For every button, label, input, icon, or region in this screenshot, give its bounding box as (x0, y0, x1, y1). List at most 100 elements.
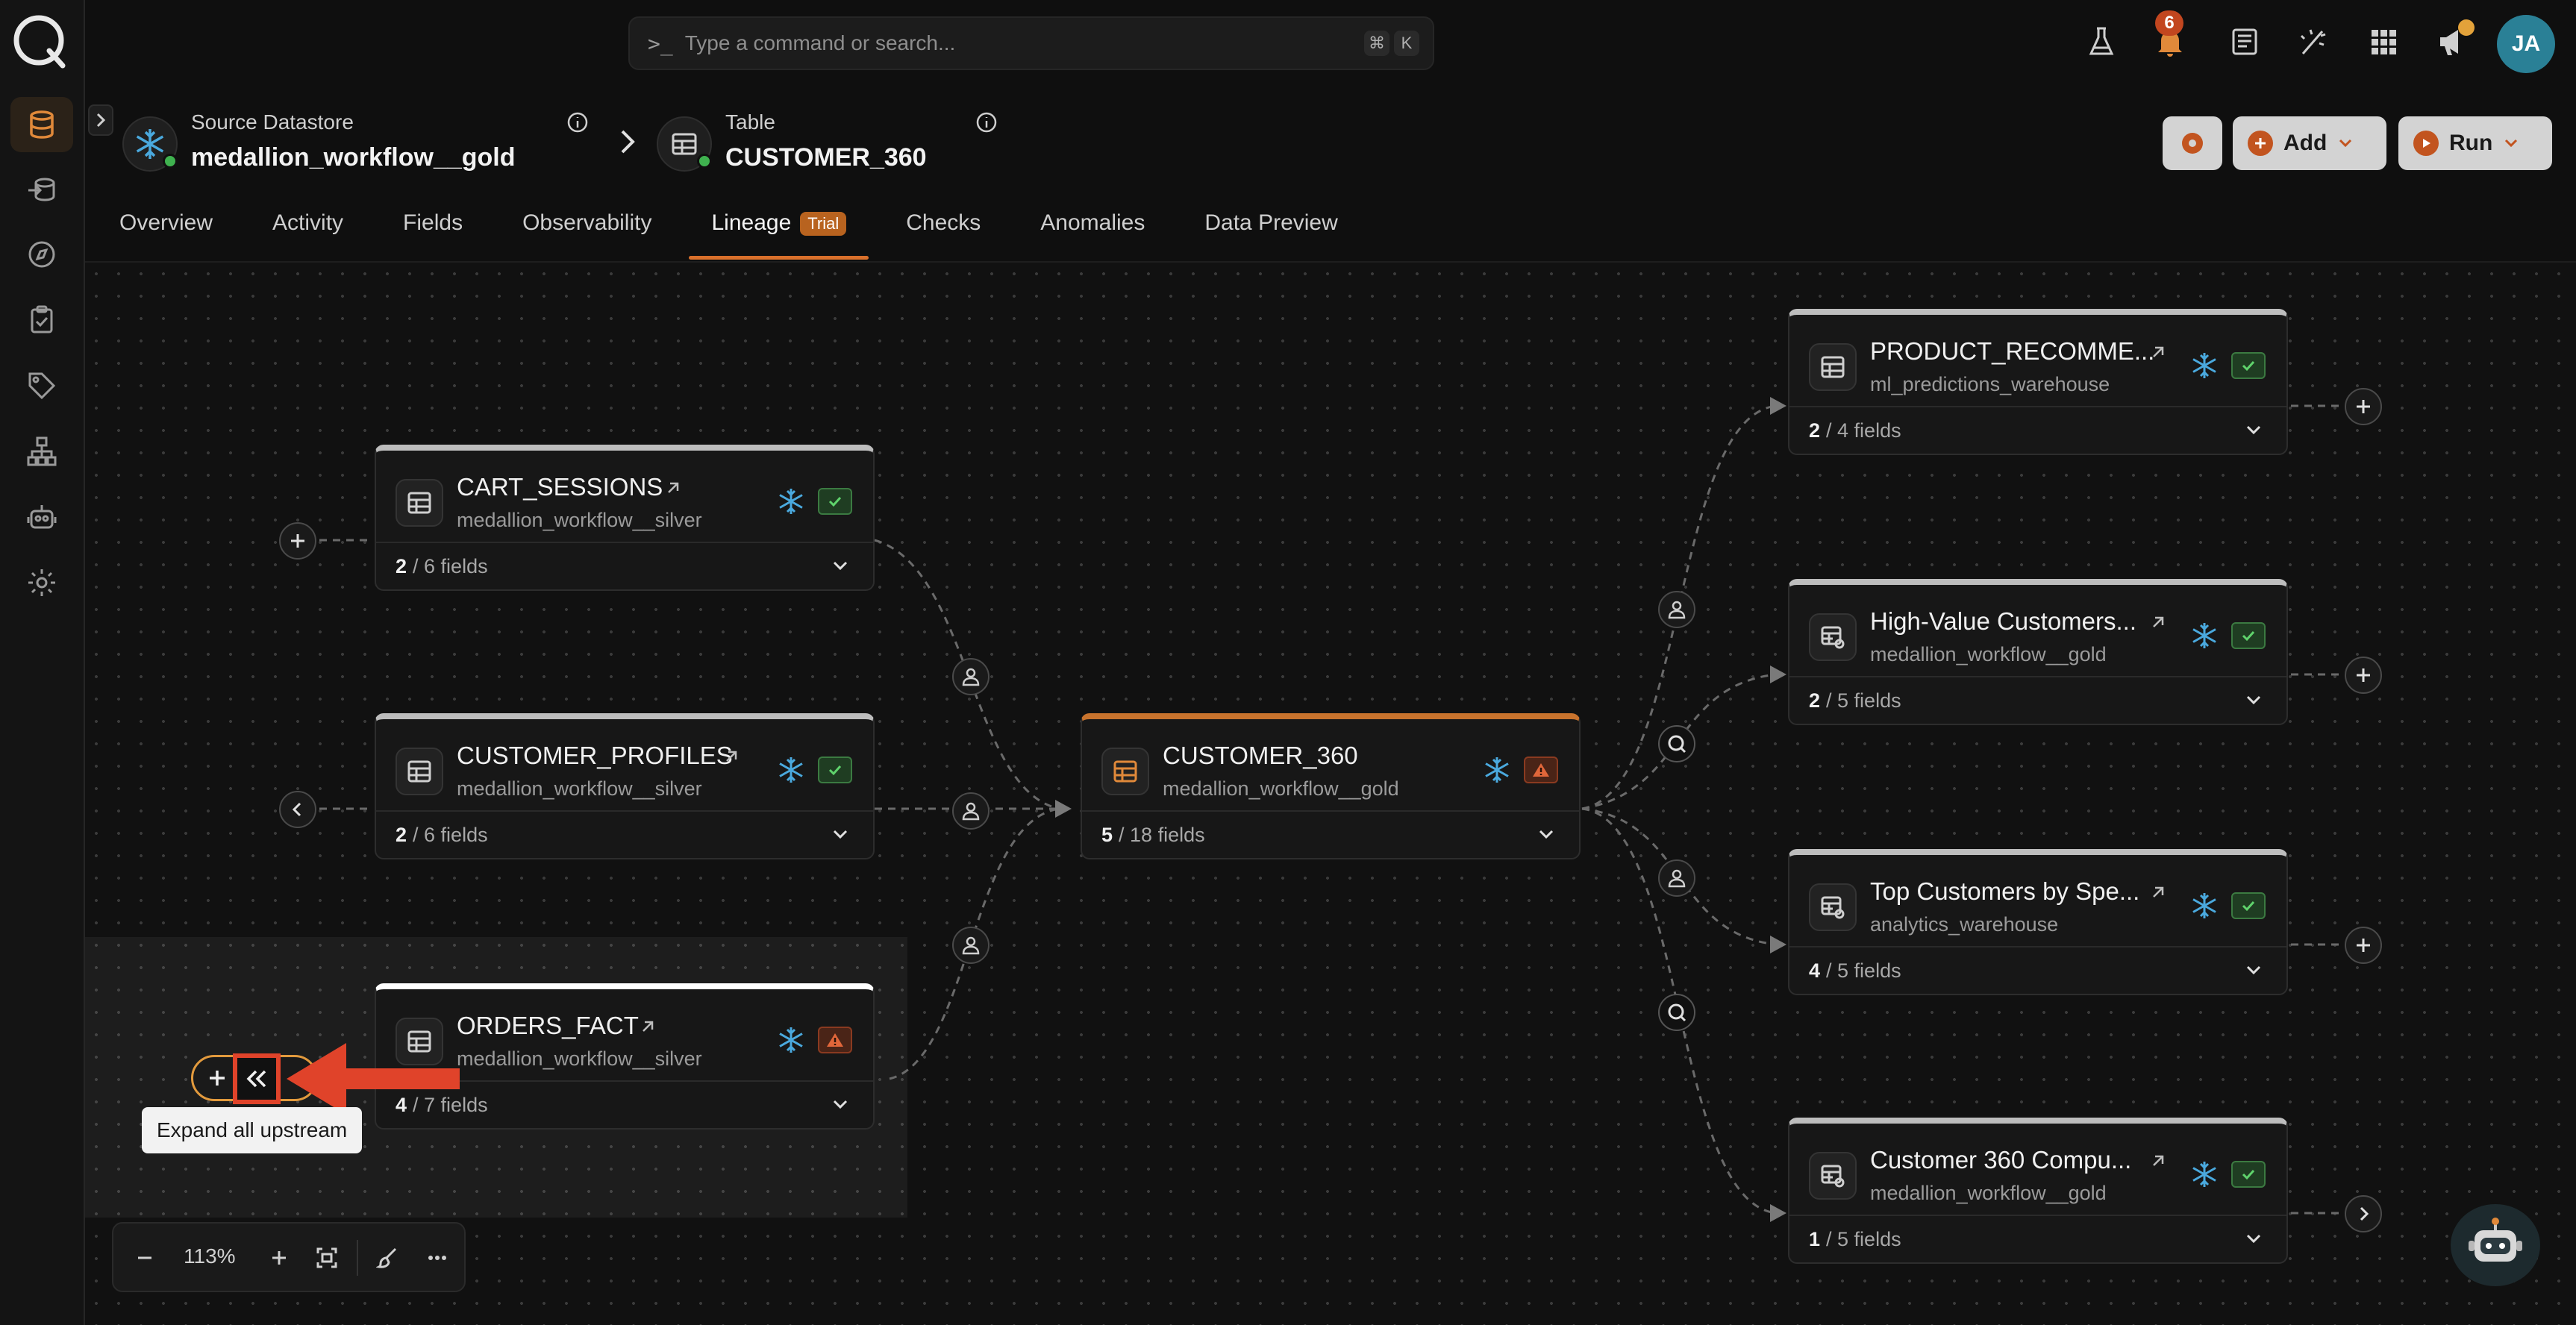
zoom-level: 113% (184, 1244, 236, 1268)
edge-arrowhead (1770, 665, 1786, 683)
snowflake-icon (1485, 757, 1509, 783)
expand-downstream-plus-button[interactable] (2345, 927, 2382, 964)
computed-table-icon (1809, 613, 1857, 661)
node-title: Customer 360 Compu... (1870, 1146, 2132, 1174)
status-ok-badge (2231, 352, 2266, 379)
open-external-icon[interactable] (2148, 1150, 2169, 1171)
zoom-toolbar: 113% (112, 1222, 466, 1292)
double-chevron-left-icon (246, 1070, 266, 1088)
expand-all-upstream-tooltip: Expand all upstream (142, 1107, 363, 1153)
expand-all-upstream-button[interactable] (233, 1053, 281, 1104)
fit-view-icon[interactable] (310, 1241, 343, 1274)
node-title: CART_SESSIONS (457, 473, 663, 501)
open-external-icon[interactable] (2148, 612, 2169, 633)
chevron-down-icon[interactable] (1536, 824, 1557, 845)
chevron-down-icon[interactable] (830, 824, 851, 845)
node-fields-summary[interactable]: 2/ 6 fields (376, 542, 873, 589)
expand-downstream-plus-button[interactable] (2345, 657, 2382, 694)
node-fields-summary[interactable]: 4/ 5 fields (1789, 946, 2286, 994)
table-icon (1101, 748, 1149, 795)
node-fields-summary[interactable]: 1/ 5 fields (1789, 1215, 2286, 1262)
lineage-node-customer-360-compu[interactable]: Customer 360 Compu... medallion_workflow… (1788, 1118, 2288, 1264)
user-edge-icon[interactable] (952, 792, 990, 830)
chevron-down-icon[interactable] (2243, 419, 2264, 440)
table-icon (396, 748, 443, 795)
node-title: High-Value Customers... (1870, 607, 2137, 635)
status-ok-badge (818, 488, 852, 515)
more-options-icon[interactable] (421, 1241, 454, 1274)
node-datastore: medallion_workflow__gold (1163, 777, 1399, 800)
zoom-in-button[interactable] (263, 1241, 296, 1274)
open-external-icon[interactable] (637, 1016, 658, 1037)
assistant-bot-button[interactable] (2451, 1204, 2540, 1286)
node-title: CUSTOMER_360 (1163, 742, 1358, 769)
node-fields-summary[interactable]: 2/ 4 fields (1789, 406, 2286, 454)
edge-arrowhead (1770, 1204, 1786, 1222)
node-title: Top Customers by Spe... (1870, 877, 2140, 905)
edge-arrowhead (1055, 800, 1072, 818)
expand-one-level-button[interactable] (200, 1061, 234, 1095)
snowflake-icon (2192, 353, 2216, 378)
node-fields-summary[interactable]: 2/ 5 fields (1789, 676, 2286, 724)
chevron-down-icon[interactable] (830, 1094, 851, 1115)
node-title: PRODUCT_RECOMME... (1870, 337, 2155, 365)
snowflake-icon (2192, 893, 2216, 918)
chevron-down-icon[interactable] (2243, 959, 2264, 980)
status-ok-badge (2231, 1161, 2266, 1188)
lineage-node-customer-profiles[interactable]: CUSTOMER_PROFILES medallion_workflow__si… (375, 713, 875, 859)
node-datastore: medallion_workflow__silver (457, 1047, 702, 1070)
annotation-arrow (287, 1043, 460, 1115)
tidy-layout-brush-icon[interactable] (372, 1241, 404, 1274)
status-ok-badge (2231, 622, 2266, 649)
lineage-node-high-value-customers[interactable]: High-Value Customers... medallion_workfl… (1788, 579, 2288, 725)
lineage-node-cart-sessions[interactable]: CART_SESSIONS medallion_workflow__silver… (375, 445, 875, 591)
toolbar-divider (357, 1240, 358, 1276)
robot-icon (2469, 1218, 2522, 1262)
qualytics-edge-icon[interactable] (1658, 725, 1695, 762)
edge-arrowhead (1770, 397, 1786, 415)
expand-downstream-plus-button[interactable] (2345, 388, 2382, 425)
node-title: CUSTOMER_PROFILES (457, 742, 733, 769)
computed-table-icon (1809, 1152, 1857, 1200)
snowflake-icon (2192, 623, 2216, 648)
lineage-node-customer-360[interactable]: CUSTOMER_360 medallion_workflow__gold 5/… (1081, 713, 1581, 859)
zoom-out-button[interactable] (128, 1241, 161, 1274)
open-external-icon[interactable] (2148, 342, 2169, 363)
status-ok-badge (2231, 892, 2266, 919)
node-datastore: medallion_workflow__silver (457, 509, 702, 531)
table-icon (396, 479, 443, 527)
status-ok-badge (818, 757, 852, 783)
node-datastore: ml_predictions_warehouse (1870, 373, 2110, 395)
snowflake-icon (779, 757, 803, 783)
expand-downstream-button[interactable] (2345, 1195, 2382, 1232)
status-warning-badge (1524, 757, 1558, 783)
open-external-icon[interactable] (721, 746, 742, 767)
user-edge-icon[interactable] (1658, 591, 1695, 628)
lineage-node-top-customers[interactable]: Top Customers by Spe... analytics_wareho… (1788, 849, 2288, 995)
chevron-down-icon[interactable] (2243, 689, 2264, 710)
status-warning-badge (818, 1027, 852, 1053)
node-title: ORDERS_FACT (457, 1012, 639, 1039)
user-edge-icon[interactable] (1658, 859, 1695, 897)
user-edge-icon[interactable] (952, 658, 990, 695)
node-fields-summary[interactable]: 2/ 6 fields (376, 810, 873, 858)
node-datastore: medallion_workflow__gold (1870, 1182, 2107, 1204)
node-datastore: medallion_workflow__silver (457, 777, 702, 800)
node-datastore: analytics_warehouse (1870, 913, 2059, 936)
chevron-down-icon[interactable] (2243, 1228, 2264, 1249)
chevron-down-icon[interactable] (830, 555, 851, 576)
collapse-upstream-button[interactable] (279, 791, 316, 828)
node-datastore: medallion_workflow__gold (1870, 643, 2107, 665)
edge-arrowhead (1770, 936, 1786, 953)
table-icon (1809, 343, 1857, 391)
expand-upstream-plus-button[interactable] (279, 522, 316, 560)
qualytics-edge-icon[interactable] (1658, 994, 1695, 1031)
open-external-icon[interactable] (2148, 882, 2169, 903)
snowflake-icon (779, 489, 803, 514)
user-edge-icon[interactable] (952, 927, 990, 964)
lineage-node-product-recomme[interactable]: PRODUCT_RECOMME... ml_predictions_wareho… (1788, 309, 2288, 455)
computed-table-icon (1809, 883, 1857, 931)
snowflake-icon (779, 1027, 803, 1053)
open-external-icon[interactable] (663, 477, 684, 498)
node-fields-summary[interactable]: 5/ 18 fields (1082, 810, 1579, 858)
